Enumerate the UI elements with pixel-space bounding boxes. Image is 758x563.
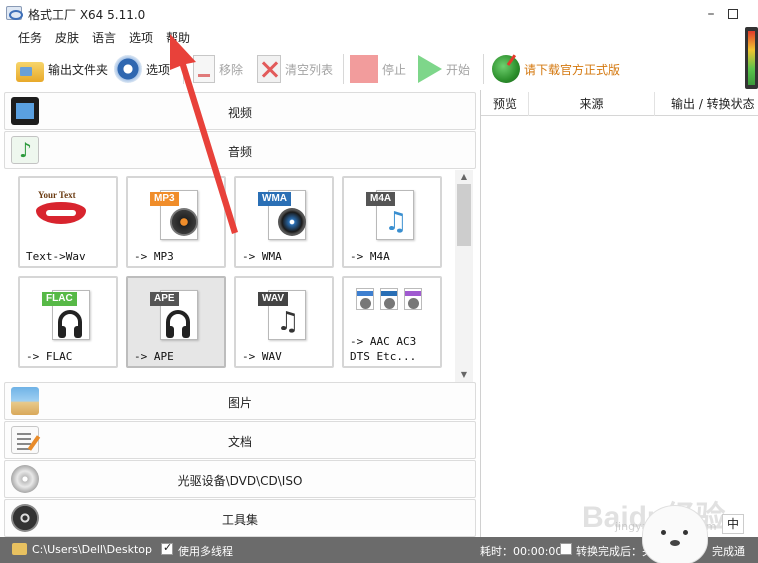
globe-icon bbox=[492, 55, 520, 83]
m4a-file-icon: M4A ♫ bbox=[366, 186, 422, 242]
ape-file-icon: APE bbox=[150, 286, 206, 342]
start-button[interactable]: 开始 bbox=[418, 54, 470, 84]
multithread-label: 使用多线程 bbox=[178, 545, 233, 558]
clear-list-icon bbox=[257, 55, 281, 83]
format-tile-text-to-wav[interactable]: Your Text Text->Wav bbox=[18, 176, 118, 268]
scroll-up-arrow-icon[interactable]: ▲ bbox=[455, 170, 473, 184]
multithread-checkbox[interactable] bbox=[161, 541, 173, 555]
download-official-button[interactable]: 请下载官方正式版 bbox=[492, 54, 620, 84]
column-output-status[interactable]: 输出 / 转换状态 bbox=[655, 92, 758, 116]
menu-bar: 任务 皮肤 语言 选项 帮助 bbox=[0, 28, 745, 46]
category-audio[interactable]: 音频 bbox=[4, 131, 476, 169]
your-text-label: Your Text bbox=[38, 190, 76, 200]
remove-document-icon bbox=[193, 55, 215, 83]
category-video[interactable]: 视频 bbox=[4, 92, 476, 130]
menu-help[interactable]: 帮助 bbox=[166, 29, 190, 46]
notify-label: 完成通 bbox=[712, 545, 745, 558]
task-list-header: 预览 来源 输出 / 转换状态 bbox=[481, 92, 758, 116]
options-button[interactable]: 选项 bbox=[114, 54, 170, 84]
clear-list-button[interactable]: 清空列表 bbox=[257, 54, 333, 84]
bear-mascot-icon bbox=[642, 505, 708, 563]
format-tile-wma[interactable]: WMA -> WMA bbox=[234, 176, 334, 268]
format-tile-wav[interactable]: WAV ♫ -> WAV bbox=[234, 276, 334, 368]
menu-task[interactable]: 任务 bbox=[18, 29, 42, 46]
title-bar: 格式工厂 X64 5.11.0 – bbox=[0, 0, 758, 28]
column-source[interactable]: 来源 bbox=[529, 92, 655, 116]
format-grid-scrollbar[interactable]: ▲ ▼ bbox=[455, 170, 473, 382]
audio-format-grid: Your Text Text->Wav MP3 -> MP3 WMA -> WM… bbox=[14, 170, 454, 382]
mp3-file-icon: MP3 bbox=[150, 186, 206, 242]
format-tile-ape[interactable]: APE -> APE bbox=[126, 276, 226, 368]
format-tile-other-audio[interactable]: -> AAC AC3 DTS Etc... bbox=[342, 276, 442, 368]
output-folder-icon[interactable] bbox=[12, 543, 27, 555]
category-document[interactable]: 文档 bbox=[4, 421, 476, 459]
elapsed-time: 耗时：00:00:00 bbox=[480, 545, 563, 558]
options-gear-icon bbox=[114, 55, 142, 83]
after-done-checkbox[interactable] bbox=[560, 543, 572, 555]
wav-file-icon: WAV ♫ bbox=[258, 286, 314, 342]
ime-indicator[interactable]: 中 bbox=[722, 514, 744, 534]
scrollbar-thumb[interactable] bbox=[457, 184, 471, 246]
category-picture[interactable]: 图片 bbox=[4, 382, 476, 420]
flac-file-icon: FLAC bbox=[42, 286, 98, 342]
minimize-button[interactable]: – bbox=[700, 4, 722, 24]
app-logo-icon bbox=[6, 6, 23, 20]
output-folder-button[interactable]: 输出文件夹 bbox=[16, 54, 108, 84]
task-list-panel: 预览 来源 输出 / 转换状态 bbox=[480, 90, 758, 537]
stop-icon bbox=[350, 55, 378, 83]
category-optical-drive[interactable]: 光驱设备\DVD\CD\ISO bbox=[4, 460, 476, 498]
format-tile-flac[interactable]: FLAC -> FLAC bbox=[18, 276, 118, 368]
output-path[interactable]: C:\Users\Dell\Desktop bbox=[32, 543, 152, 556]
toolbar-separator bbox=[483, 54, 484, 84]
menu-skin[interactable]: 皮肤 bbox=[55, 29, 79, 46]
category-panel: 视频 音频 Your Text Text->Wav MP3 -> MP3 bbox=[0, 90, 480, 537]
lips-icon bbox=[36, 202, 86, 224]
toolbar: 输出文件夹 选项 移除 清空列表 停止 开始 请下载官方正式版 bbox=[0, 48, 745, 90]
stop-button[interactable]: 停止 bbox=[350, 54, 406, 84]
format-tile-m4a[interactable]: M4A ♫ -> M4A bbox=[342, 176, 442, 268]
toolbar-separator bbox=[183, 54, 184, 84]
window-title: 格式工厂 X64 5.11.0 bbox=[28, 8, 146, 22]
scroll-down-arrow-icon[interactable]: ▼ bbox=[455, 368, 473, 382]
format-factory-window: 格式工厂 X64 5.11.0 – 任务 皮肤 语言 选项 帮助 输出文件夹 选… bbox=[0, 0, 758, 563]
category-tools[interactable]: 工具集 bbox=[4, 499, 476, 537]
menu-language[interactable]: 语言 bbox=[92, 29, 116, 46]
remove-button[interactable]: 移除 bbox=[190, 54, 243, 84]
volume-meter-icon bbox=[745, 27, 758, 89]
maximize-button[interactable] bbox=[728, 9, 738, 19]
menu-options[interactable]: 选项 bbox=[129, 29, 153, 46]
folder-icon bbox=[16, 62, 44, 82]
format-tile-mp3[interactable]: MP3 -> MP3 bbox=[126, 176, 226, 268]
after-done-label: 转换完成后：关 bbox=[576, 545, 653, 558]
play-icon bbox=[418, 55, 442, 83]
wma-file-icon: WMA bbox=[258, 186, 314, 242]
column-preview[interactable]: 预览 bbox=[481, 92, 529, 116]
toolbar-separator bbox=[343, 54, 344, 84]
